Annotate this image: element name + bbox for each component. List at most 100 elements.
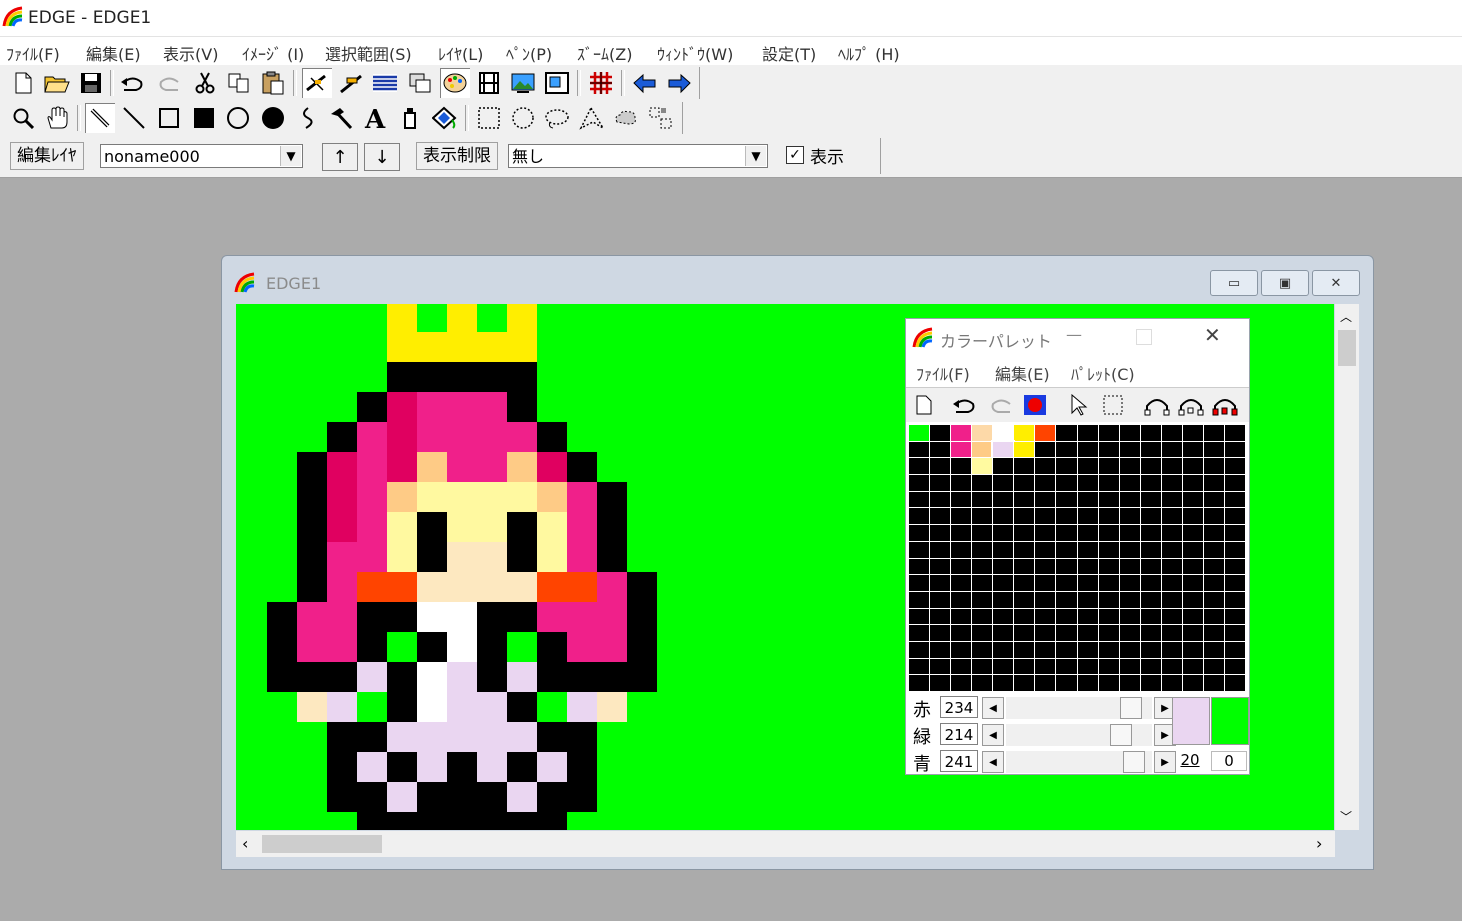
palette-swatch[interactable] (1098, 475, 1119, 491)
palette-swatch[interactable] (909, 641, 930, 658)
palette-swatch[interactable] (1140, 625, 1161, 641)
palette-swatch[interactable] (1098, 675, 1119, 691)
palette-swatch[interactable] (1119, 508, 1140, 525)
pencil-tool-button[interactable] (85, 103, 115, 133)
palette-swatch[interactable] (1035, 558, 1056, 575)
palette-swatch[interactable] (1182, 508, 1203, 525)
palette-swatch[interactable] (1224, 625, 1245, 641)
palette-swatch[interactable] (1203, 525, 1224, 541)
palette-swatch[interactable] (1056, 475, 1077, 491)
palette-swatch[interactable] (1140, 675, 1161, 691)
palette-swatch[interactable] (1182, 441, 1203, 458)
palette-swatch[interactable] (1161, 675, 1182, 691)
palette-swatch[interactable] (1098, 508, 1119, 525)
palette-swatch[interactable] (930, 658, 951, 675)
palette-swatch[interactable] (930, 475, 951, 491)
green-decrease-button[interactable]: ◀ (982, 724, 1004, 746)
new-file-button[interactable] (8, 68, 38, 98)
palette-swatch[interactable] (1035, 575, 1056, 591)
palette-swatch[interactable] (1119, 491, 1140, 508)
palette-swatch[interactable] (951, 458, 972, 475)
palette-swatch[interactable] (951, 675, 972, 691)
palette-swatch[interactable] (1182, 608, 1203, 625)
palette-swatch[interactable] (1161, 591, 1182, 608)
animation-button[interactable] (474, 68, 504, 98)
layer-up-button[interactable]: ↑ (322, 143, 358, 171)
palette-swatch[interactable] (972, 608, 993, 625)
polygon-select-button[interactable] (577, 103, 607, 133)
palette-swatch[interactable] (951, 658, 972, 675)
next-frame-button[interactable] (664, 68, 694, 98)
palette-swatch[interactable] (1119, 541, 1140, 558)
palette-swatch[interactable] (972, 425, 993, 441)
palette-swatch[interactable] (1161, 608, 1182, 625)
palette-swatch[interactable] (1224, 508, 1245, 525)
palette-swatch[interactable] (1224, 525, 1245, 541)
palette-swatch[interactable] (1098, 591, 1119, 608)
palette-swatch[interactable] (930, 558, 951, 575)
palette-swatch[interactable] (1203, 641, 1224, 658)
palette-swatch[interactable] (993, 658, 1014, 675)
palette-swatch[interactable] (1035, 441, 1056, 458)
palette-swatch[interactable] (993, 591, 1014, 608)
palette-swatch[interactable] (1014, 591, 1035, 608)
palette-swatch[interactable] (951, 591, 972, 608)
palette-swatch[interactable] (1077, 575, 1098, 591)
copy-button[interactable] (224, 68, 254, 98)
red-value-field[interactable]: 234 (940, 696, 978, 718)
palette-swatch[interactable] (1098, 491, 1119, 508)
palette-swatch[interactable] (972, 441, 993, 458)
zoom-tool-button[interactable] (8, 103, 38, 133)
palette-swatch[interactable] (1224, 541, 1245, 558)
chevron-down-icon[interactable]: ▼ (745, 146, 766, 166)
palette-swatch[interactable] (1035, 541, 1056, 558)
palette-swatch[interactable] (1203, 608, 1224, 625)
palette-swatch[interactable] (1182, 591, 1203, 608)
palette-swatch[interactable] (1098, 625, 1119, 641)
palette-swatch[interactable] (1056, 458, 1077, 475)
palette-swatch[interactable] (951, 641, 972, 658)
palette-swatch[interactable] (1203, 425, 1224, 441)
palette-swatch[interactable] (930, 525, 951, 541)
palette-swatch[interactable] (1140, 441, 1161, 458)
palette-swatch[interactable] (972, 641, 993, 658)
color-index-label[interactable]: 20 (1172, 751, 1208, 771)
palette-swatch[interactable] (1119, 475, 1140, 491)
ellipse-select-button[interactable] (508, 103, 538, 133)
palette-menu-edit[interactable]: 編集(E) (995, 361, 1050, 385)
palette-maximize-button[interactable] (1136, 329, 1152, 345)
palette-swatch[interactable] (951, 541, 972, 558)
palette-minimize-button[interactable]: — (1066, 325, 1082, 344)
palette-swatch[interactable] (1161, 541, 1182, 558)
palette-swatch[interactable] (1077, 441, 1098, 458)
palette-swatch[interactable] (909, 575, 930, 591)
palette-swatch[interactable] (993, 675, 1014, 691)
palette-swatch[interactable] (1077, 658, 1098, 675)
palette-swatch[interactable] (1056, 658, 1077, 675)
palette-swatch[interactable] (1140, 458, 1161, 475)
palette-swatch[interactable] (972, 625, 993, 641)
palette-swatch[interactable] (1224, 658, 1245, 675)
palette-swatch[interactable] (1119, 441, 1140, 458)
menu-help[interactable]: ﾍﾙﾌﾟ (H) (838, 41, 900, 65)
blue-slider[interactable] (1006, 751, 1152, 773)
palette-swatch[interactable] (1119, 591, 1140, 608)
gradient-button-2[interactable] (1176, 390, 1206, 420)
palette-swatch[interactable] (1140, 641, 1161, 658)
window-mode-button[interactable] (542, 68, 572, 98)
palette-swatch[interactable] (1224, 475, 1245, 491)
palette-swatch[interactable] (1161, 491, 1182, 508)
palette-swatch[interactable] (951, 508, 972, 525)
vertical-scroll-thumb[interactable] (1338, 330, 1356, 366)
palette-swatch[interactable] (1224, 441, 1245, 458)
palette-swatch[interactable] (1224, 575, 1245, 591)
gradient-button-1[interactable] (1142, 390, 1172, 420)
open-file-button[interactable] (42, 68, 72, 98)
palette-swatch[interactable] (1035, 525, 1056, 541)
vertical-scrollbar[interactable]: ︿ ﹀ (1335, 304, 1359, 830)
palette-swatch[interactable] (972, 658, 993, 675)
menu-edit[interactable]: 編集(E) (86, 41, 141, 65)
menu-zoom[interactable]: ｽﾞｰﾑ(Z) (577, 41, 632, 65)
blue-slider-thumb[interactable] (1123, 751, 1145, 773)
palette-swatch[interactable] (993, 641, 1014, 658)
